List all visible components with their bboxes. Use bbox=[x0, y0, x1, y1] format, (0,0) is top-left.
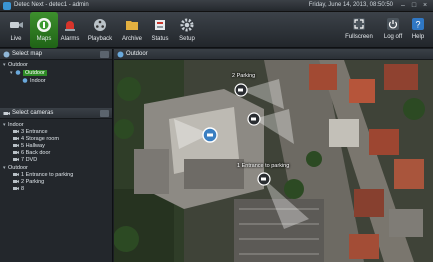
camera-item[interactable]: 4 Storage room bbox=[13, 136, 59, 143]
camera-icon bbox=[13, 187, 19, 191]
toolbar-status-button[interactable]: Status bbox=[146, 12, 174, 48]
datetime-display: Friday, June 14, 2013, 08:50:50 bbox=[308, 2, 393, 8]
map-title: Outdoor bbox=[126, 51, 148, 57]
select-map-title: Select map bbox=[12, 51, 43, 57]
camera-group-indoor[interactable]: ▾ Indoor bbox=[3, 122, 24, 129]
maximize-icon[interactable]: □ bbox=[410, 2, 418, 10]
log-off-button[interactable]: Log off bbox=[379, 12, 407, 48]
map-view[interactable]: Outdoor 2 Parking 1 Entrance to parking bbox=[114, 49, 433, 262]
toolbar-setup-button[interactable]: Setup bbox=[173, 12, 201, 48]
film-reel-icon bbox=[94, 19, 106, 31]
camera-tree: ▾ Indoor 3 Entrance 4 Storage room 5 Hall… bbox=[0, 119, 112, 229]
map-globe-icon bbox=[15, 70, 21, 75]
help-label: Help bbox=[411, 34, 425, 40]
tree-node-outdoor-map[interactable]: ▾ Outdoor bbox=[10, 70, 47, 77]
log-off-label: Log off bbox=[383, 34, 403, 40]
camera-icon bbox=[13, 151, 19, 155]
select-cameras-title: Select cameras bbox=[12, 110, 54, 116]
map-globe-icon bbox=[117, 51, 124, 58]
fullscreen-icon bbox=[353, 18, 365, 30]
window-titlebar: Detec Next - detec1 - admin Friday, June… bbox=[0, 0, 433, 12]
status-icon bbox=[155, 20, 165, 30]
camera-icon bbox=[13, 158, 19, 162]
camera-item[interactable]: 6 Back door bbox=[13, 150, 50, 157]
camera-marker-layer bbox=[202, 83, 271, 186]
toolbar-live-button[interactable]: Live bbox=[2, 12, 30, 48]
tree-node-indoor-map[interactable]: Indoor bbox=[22, 78, 46, 85]
toolbar-archive-button[interactable]: Archive bbox=[118, 12, 146, 48]
camera-group-outdoor[interactable]: ▾ Outdoor bbox=[3, 165, 28, 172]
app-logo-icon bbox=[3, 2, 11, 10]
svg-text:?: ? bbox=[415, 20, 420, 30]
toolbar-playback-button[interactable]: Playback bbox=[86, 12, 114, 48]
map-icon bbox=[3, 51, 10, 58]
map-pin-icon bbox=[37, 18, 51, 32]
alarm-light-icon bbox=[65, 21, 75, 31]
select-map-header: Select map bbox=[0, 49, 112, 60]
tree-node-outdoor-root[interactable]: ▾ Outdoor bbox=[3, 62, 28, 69]
close-icon[interactable]: × bbox=[421, 2, 429, 10]
map-tree: ▾ Outdoor ▾ Outdoor Indoor bbox=[0, 60, 112, 98]
camera-icon bbox=[13, 144, 19, 148]
camera-icon bbox=[3, 112, 10, 115]
camera-item[interactable]: 5 Hallway bbox=[13, 143, 45, 150]
toolbar-alarms-button[interactable]: Alarms bbox=[56, 12, 84, 48]
minimize-icon[interactable]: – bbox=[399, 2, 407, 10]
toolbar-live-label: Live bbox=[10, 36, 22, 42]
help-button[interactable]: ? Help bbox=[404, 12, 432, 48]
camera-icon bbox=[13, 130, 19, 134]
gear-icon bbox=[180, 18, 194, 32]
fullscreen-button[interactable]: Fullscreen bbox=[343, 12, 375, 48]
camera-icon bbox=[13, 173, 19, 177]
toolbar-status-label: Status bbox=[151, 36, 169, 42]
toolbar-alarms-label: Alarms bbox=[60, 36, 80, 42]
help-icon: ? bbox=[412, 18, 424, 30]
camera-marker-label: 1 Entrance to parking bbox=[237, 163, 290, 169]
toolbar-playback-label: Playback bbox=[87, 36, 113, 42]
camera-icon bbox=[13, 180, 19, 184]
toolbar-archive-label: Archive bbox=[121, 36, 142, 42]
map-globe-icon bbox=[22, 78, 28, 83]
window-title: Detec Next - detec1 - admin bbox=[14, 2, 89, 8]
left-pane: Select map ▾ Outdoor ▾ Outdoor Indoor Sele… bbox=[0, 49, 113, 262]
select-cameras-header: Select cameras bbox=[0, 108, 112, 119]
toolbar-maps-label: Maps bbox=[36, 36, 52, 42]
camera-marker[interactable] bbox=[234, 83, 248, 97]
main-toolbar: Live Maps Alarms Playback Archive Status… bbox=[0, 12, 433, 48]
folder-icon bbox=[126, 21, 138, 30]
camera-icon bbox=[13, 137, 19, 141]
camera-item[interactable]: 8 bbox=[13, 186, 24, 193]
toolbar-maps-button[interactable]: Maps bbox=[30, 12, 58, 48]
fullscreen-label: Fullscreen bbox=[345, 34, 373, 40]
camera-marker-label: 2 Parking bbox=[232, 73, 256, 79]
camera-item[interactable]: 3 Entrance bbox=[13, 129, 48, 136]
camera-marker[interactable] bbox=[257, 172, 271, 186]
camera-item[interactable]: 2 Parking bbox=[13, 179, 44, 186]
camera-item[interactable]: 1 Entrance to parking bbox=[13, 172, 73, 179]
camera-item[interactable]: 7 DVD bbox=[13, 157, 37, 164]
camera-marker-selected[interactable] bbox=[202, 127, 218, 143]
map-header: Outdoor bbox=[114, 49, 433, 60]
toolbar-setup-label: Setup bbox=[179, 36, 195, 42]
select-map-options-button[interactable] bbox=[100, 51, 109, 58]
select-cameras-options-button[interactable] bbox=[100, 110, 109, 117]
camera-icon bbox=[10, 22, 23, 28]
camera-marker[interactable] bbox=[247, 112, 261, 126]
log-off-icon bbox=[387, 18, 399, 30]
